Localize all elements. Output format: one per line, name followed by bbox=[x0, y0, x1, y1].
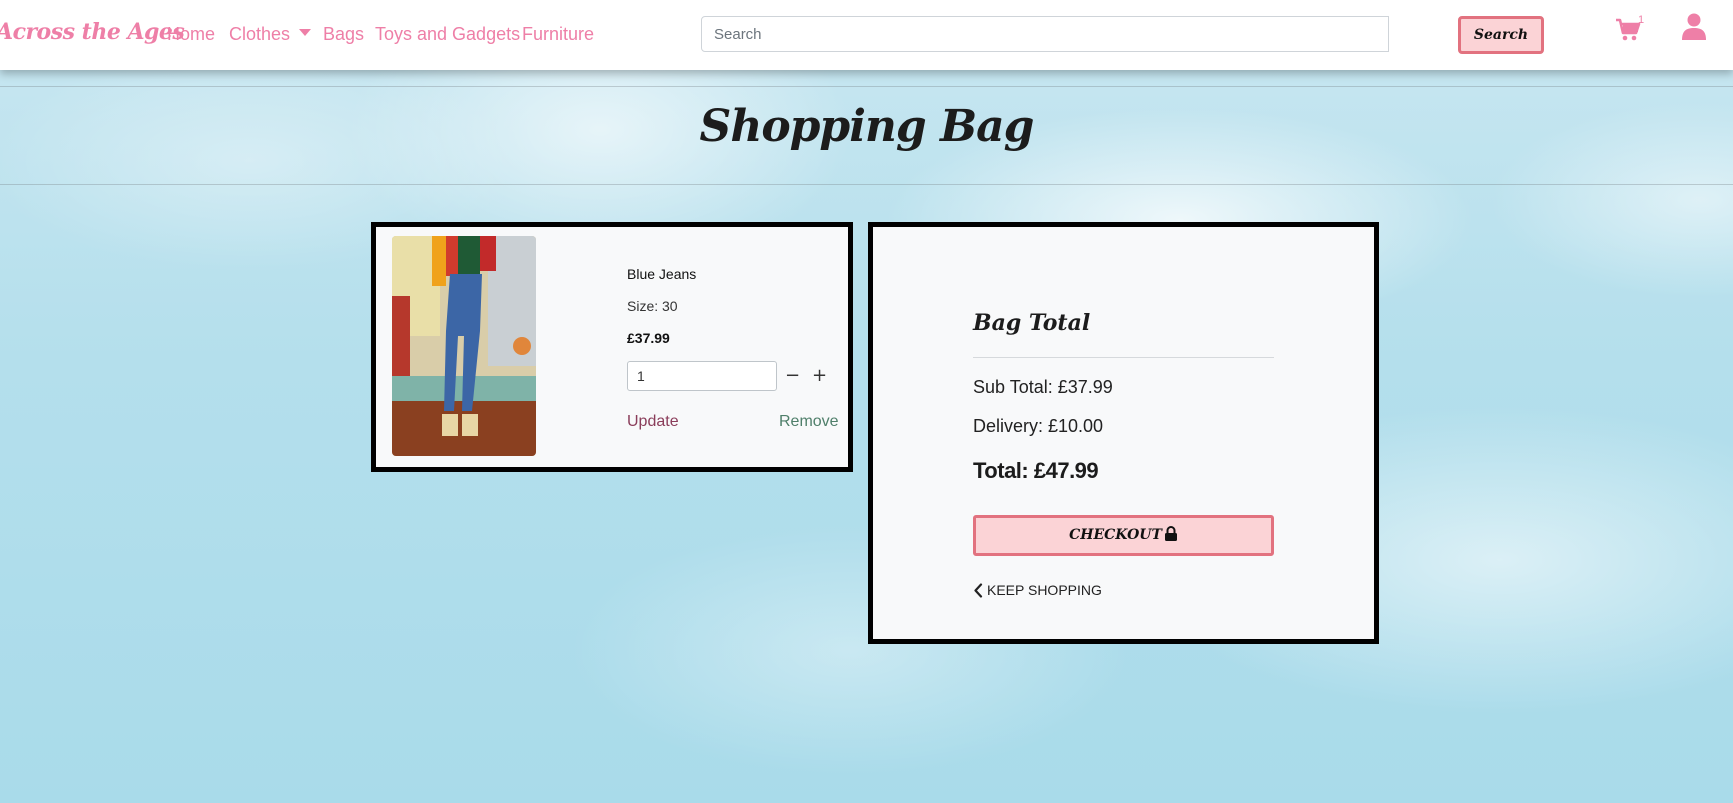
nav-dropdown-clothes[interactable]: Clothes bbox=[229, 24, 312, 45]
chevron-left-icon bbox=[974, 583, 983, 598]
caret-down-icon bbox=[299, 29, 312, 36]
subtotal-text: Sub Total: £37.99 bbox=[973, 377, 1113, 397]
update-link[interactable]: Update bbox=[627, 413, 679, 431]
user-icon[interactable] bbox=[1682, 13, 1706, 40]
header-divider-top bbox=[0, 86, 1733, 87]
nav-link-clothes-label: Clothes bbox=[229, 24, 291, 44]
product-image[interactable] bbox=[392, 236, 536, 456]
search-input[interactable] bbox=[701, 16, 1389, 52]
keep-shopping-link[interactable]: KEEP SHOPPING bbox=[974, 582, 1102, 598]
item-name: Blue Jeans bbox=[627, 266, 697, 282]
lock-icon bbox=[1164, 526, 1177, 541]
bag-total-card: Bag Total Sub Total: £37.99 Delivery: £1… bbox=[868, 222, 1379, 644]
nav-link-bags[interactable]: Bags bbox=[323, 24, 364, 45]
nav-link-toys-and-gadgets[interactable]: Toys and Gadgets bbox=[375, 24, 520, 45]
search-button[interactable]: Search bbox=[1458, 16, 1544, 54]
total-divider bbox=[973, 357, 1274, 358]
bag-total-heading: Bag Total bbox=[973, 310, 1091, 336]
grand-total-text: Total: £47.99 bbox=[973, 458, 1099, 483]
checkout-label: CHECKOUT bbox=[1069, 527, 1162, 543]
delivery-text: Delivery: £10.00 bbox=[973, 416, 1104, 436]
checkout-button[interactable]: CHECKOUT bbox=[973, 515, 1274, 556]
bag-item-card: Blue Jeans Size: 30 £37.99 − + Update Re… bbox=[371, 222, 853, 472]
keep-shopping-label: KEEP SHOPPING bbox=[987, 582, 1102, 598]
item-price: £37.99 bbox=[627, 330, 670, 346]
nav-link-home[interactable]: Home bbox=[167, 24, 215, 45]
remove-link[interactable]: Remove bbox=[779, 413, 839, 431]
cart-count-badge: 1 bbox=[1638, 14, 1645, 26]
product-photo-illustration bbox=[392, 236, 536, 456]
page-title: Shopping Bag bbox=[699, 101, 1035, 152]
nav-link-furniture[interactable]: Furniture bbox=[522, 24, 594, 45]
item-size: Size: 30 bbox=[627, 298, 678, 314]
brand-logo[interactable]: Across the Ages bbox=[0, 19, 185, 45]
header-divider-bottom bbox=[0, 184, 1733, 185]
quantity-increment-button[interactable]: + bbox=[812, 364, 827, 388]
quantity-decrement-button[interactable]: − bbox=[785, 364, 800, 388]
navbar: Across the Ages Home Clothes Bags Toys a… bbox=[0, 0, 1733, 70]
quantity-input[interactable] bbox=[627, 361, 777, 391]
